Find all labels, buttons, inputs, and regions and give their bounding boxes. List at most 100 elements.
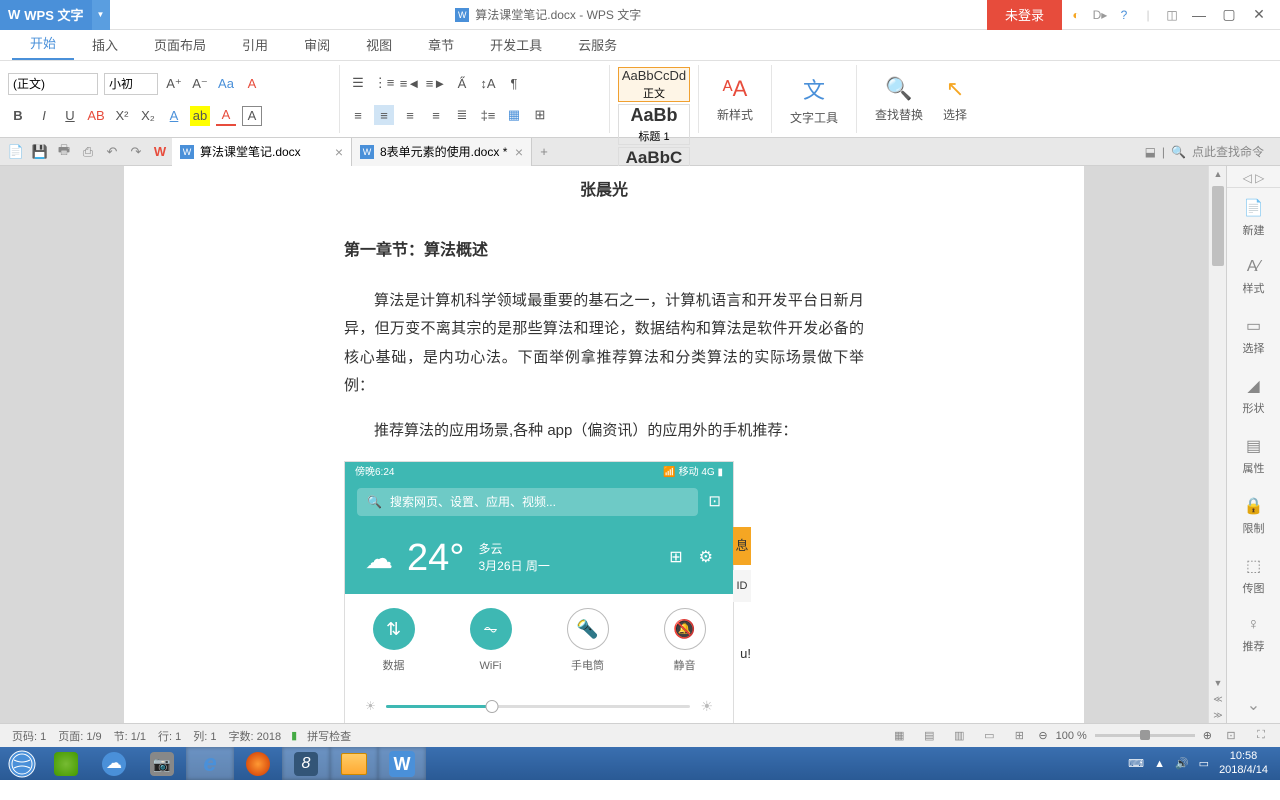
font-color-icon[interactable]: A: [164, 106, 184, 126]
task-wps[interactable]: W: [378, 747, 426, 780]
show-marks-icon[interactable]: ¶: [504, 73, 524, 93]
task-app-4[interactable]: 8: [282, 747, 330, 780]
line-spacing-icon[interactable]: ‡≡: [478, 105, 498, 125]
text-color-icon[interactable]: A: [216, 106, 236, 126]
undo-icon[interactable]: ↶: [100, 140, 124, 164]
status-page-num[interactable]: 页码: 1: [8, 728, 50, 744]
align-justify-icon[interactable]: ≡: [426, 105, 446, 125]
bold-icon[interactable]: B: [8, 106, 28, 126]
tray-up-icon[interactable]: ▲: [1154, 758, 1165, 770]
status-words[interactable]: 字数: 2018: [225, 728, 286, 744]
new-style-button[interactable]: ᴬA 新样式: [707, 67, 763, 131]
new-doc-icon[interactable]: 📄: [4, 140, 28, 164]
menu-start[interactable]: 开始: [12, 27, 74, 60]
app-menu-dropdown[interactable]: ▼: [92, 0, 110, 30]
next-page-icon[interactable]: ≫: [1209, 707, 1227, 723]
menu-review[interactable]: 审阅: [286, 29, 348, 60]
sync-icon[interactable]: ◐: [1066, 5, 1086, 25]
status-spell[interactable]: 拼写检查: [303, 728, 355, 744]
panel-recommend[interactable]: ♀推荐: [1227, 606, 1280, 664]
indent-right-icon[interactable]: ≡►: [426, 73, 446, 93]
status-col[interactable]: 列: 1: [189, 728, 220, 744]
view-print-icon[interactable]: ▦: [888, 727, 910, 745]
document-page[interactable]: 张晨光 第一章节：算法概述 算法是计算机科学领域最重要的基石之一，计算机语言和开…: [124, 166, 1084, 723]
zoom-slider[interactable]: [1095, 734, 1195, 737]
border-icon[interactable]: ⊞: [530, 105, 550, 125]
select-button[interactable]: ↖ 选择: [933, 67, 977, 131]
highlight-icon[interactable]: ab: [190, 106, 210, 126]
align-center-icon[interactable]: ≡: [374, 105, 394, 125]
style-title1[interactable]: AaBb 标题 1: [618, 104, 690, 145]
fullscreen-icon[interactable]: ⛶: [1250, 727, 1272, 745]
zoom-level[interactable]: 100 %: [1056, 730, 1087, 742]
close-tab-icon[interactable]: ×: [335, 144, 343, 160]
scroll-up-icon[interactable]: ▲: [1209, 166, 1227, 182]
menu-view[interactable]: 视图: [348, 29, 410, 60]
task-ie[interactable]: e: [186, 747, 234, 780]
find-replace-button[interactable]: 🔍 查找替换: [865, 67, 933, 131]
panel-restrict[interactable]: 🔒限制: [1227, 486, 1280, 546]
status-section[interactable]: 节: 1/1: [110, 728, 150, 744]
panel-props[interactable]: ▤属性: [1227, 426, 1280, 486]
help-icon[interactable]: ?: [1114, 5, 1134, 25]
redo-icon[interactable]: ↷: [124, 140, 148, 164]
zoom-in-icon[interactable]: ⊕: [1203, 729, 1212, 742]
panel-style[interactable]: A⁄样式: [1227, 248, 1280, 306]
fit-icon[interactable]: ⊡: [1220, 727, 1242, 745]
task-app-2[interactable]: ☁: [90, 747, 138, 780]
distribute-icon[interactable]: ≣: [452, 105, 472, 125]
numbering-icon[interactable]: ⋮≡: [374, 73, 394, 93]
preview-icon[interactable]: ⎙: [76, 140, 100, 164]
start-button[interactable]: [2, 747, 42, 780]
close-tab-icon[interactable]: ×: [515, 144, 523, 160]
menu-references[interactable]: 引用: [224, 29, 286, 60]
panel-more-icon[interactable]: ⌄: [1239, 687, 1268, 723]
maximize-button[interactable]: ▢: [1216, 2, 1242, 28]
menu-dev-tools[interactable]: 开发工具: [472, 29, 560, 60]
menu-cloud[interactable]: 云服务: [560, 29, 635, 60]
login-button[interactable]: 未登录: [987, 0, 1062, 30]
panel-new[interactable]: 📄新建: [1227, 188, 1280, 248]
close-button[interactable]: ✕: [1246, 2, 1272, 28]
subscript-icon[interactable]: X₂: [138, 106, 158, 126]
increase-font-icon[interactable]: A⁺: [164, 74, 184, 94]
view-read-icon[interactable]: ▭: [978, 727, 1000, 745]
status-line[interactable]: 行: 1: [154, 728, 185, 744]
clear-format-icon[interactable]: A: [242, 74, 262, 94]
menu-page-layout[interactable]: 页面布局: [136, 29, 224, 60]
font-size-select[interactable]: [104, 73, 158, 95]
task-app-3[interactable]: 📷: [138, 747, 186, 780]
save-icon[interactable]: 💾: [28, 140, 52, 164]
align-right-icon[interactable]: ≡: [400, 105, 420, 125]
zoom-out-icon[interactable]: ⊖: [1038, 729, 1047, 742]
doc-tab-2[interactable]: W 8表单元素的使用.docx * ×: [352, 138, 532, 166]
menu-chapter[interactable]: 章节: [410, 29, 472, 60]
ribbon-toggle-icon[interactable]: ◫: [1162, 5, 1182, 25]
view-outline-icon[interactable]: ▤: [918, 727, 940, 745]
font-name-select[interactable]: [8, 73, 98, 95]
prev-page-icon[interactable]: ≪: [1209, 691, 1227, 707]
minimize-button[interactable]: —: [1186, 2, 1212, 28]
indent-left-icon[interactable]: ≡◄: [400, 73, 420, 93]
sort-icon[interactable]: ↕A: [478, 73, 498, 93]
panel-collapse-icon[interactable]: ◁ ▷: [1227, 168, 1280, 188]
vertical-scrollbar[interactable]: ▲ ▼ ≪ ≫: [1208, 166, 1226, 723]
superscript-icon[interactable]: X²: [112, 106, 132, 126]
command-search[interactable]: 点此查找命令: [1192, 143, 1264, 160]
tray-clock[interactable]: 10:58 2018/4/14: [1219, 750, 1268, 776]
char-border-icon[interactable]: A: [242, 106, 262, 126]
tray-volume-icon[interactable]: 🔊: [1175, 757, 1189, 770]
italic-icon[interactable]: I: [34, 106, 54, 126]
scroll-down-icon[interactable]: ▼: [1209, 675, 1227, 691]
wps-home-icon[interactable]: W: [148, 140, 172, 164]
status-page[interactable]: 页面: 1/9: [54, 728, 105, 744]
panel-shape[interactable]: ◢形状: [1227, 366, 1280, 426]
shading-icon[interactable]: ▦: [504, 105, 524, 125]
panel-select[interactable]: ▭选择: [1227, 306, 1280, 366]
change-case-icon[interactable]: Aa: [216, 74, 236, 94]
underline-icon[interactable]: U: [60, 106, 80, 126]
task-firefox[interactable]: [234, 747, 282, 780]
panel-upload[interactable]: ⬚传图: [1227, 546, 1280, 606]
add-tab-icon[interactable]: +: [532, 140, 556, 164]
skin-icon[interactable]: D▸: [1090, 5, 1110, 25]
